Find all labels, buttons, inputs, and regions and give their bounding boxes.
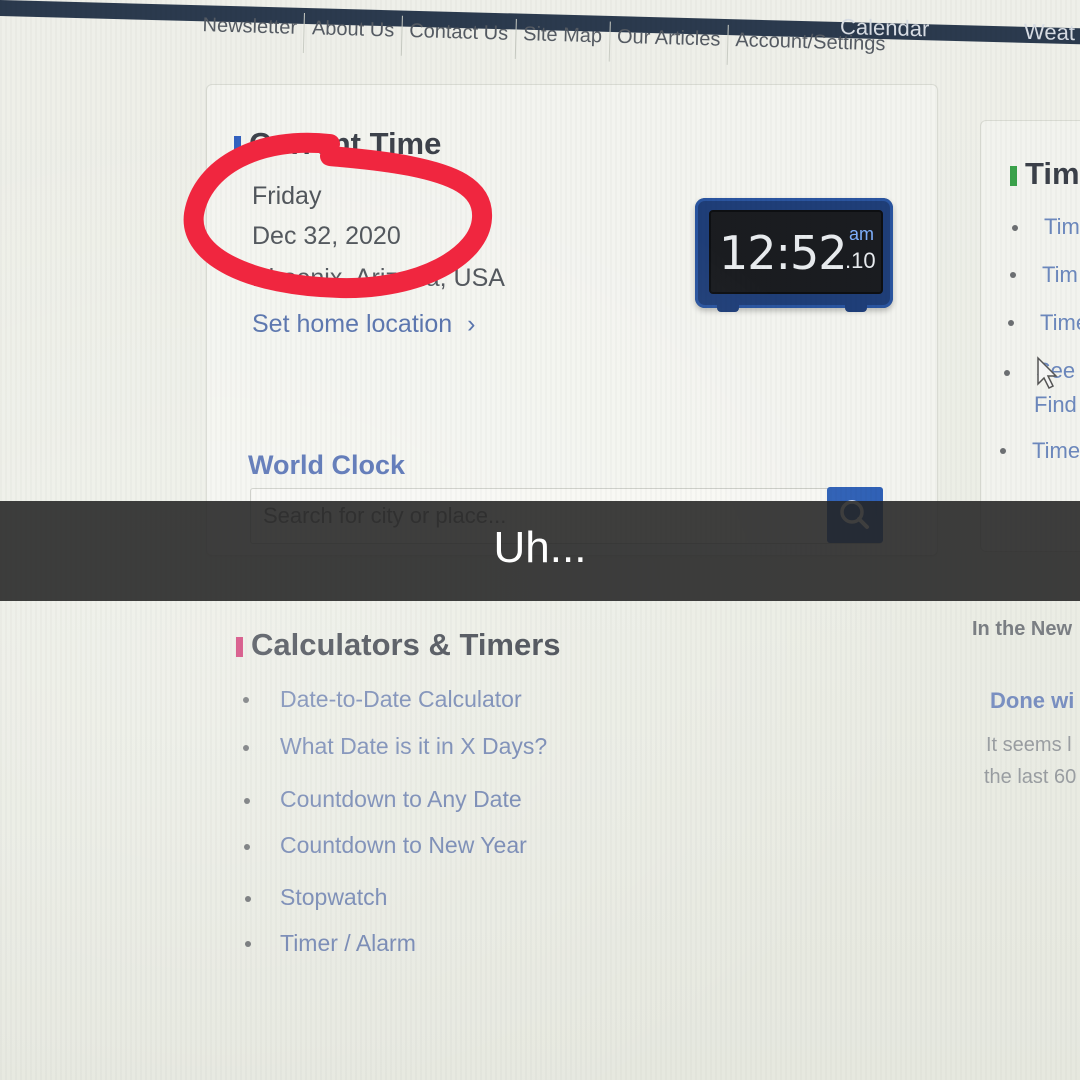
- section-marker-green: [1010, 165, 1017, 186]
- clock-foot-left: [717, 302, 739, 312]
- bullet: [244, 844, 250, 850]
- bullet: [1004, 370, 1010, 376]
- bullet: [243, 697, 249, 703]
- nav-newsletter[interactable]: Newsletter: [194, 10, 306, 54]
- bullet: [244, 798, 250, 804]
- calc-link-date-to-date[interactable]: Date-to-Date Calculator: [280, 686, 522, 713]
- calc-link-countdown-new-year[interactable]: Countdown to New Year: [280, 832, 527, 859]
- digital-clock: 12:52 am .10: [695, 198, 893, 312]
- calc-link-timer-alarm[interactable]: Timer / Alarm: [280, 930, 416, 957]
- right-link-4b[interactable]: Find: [1034, 392, 1077, 418]
- clock-seconds: .10: [845, 248, 876, 273]
- right-link-3[interactable]: Time: [1040, 310, 1080, 336]
- photographed-screen: Calendar Weat Newsletter About Us Contac…: [0, 0, 1080, 1080]
- calculators-heading: Calculators & Timers: [236, 627, 561, 663]
- world-clock-heading[interactable]: World Clock: [248, 450, 405, 481]
- bullet: [245, 941, 251, 947]
- calc-link-countdown-date[interactable]: Countdown to Any Date: [280, 786, 522, 813]
- right-card-heading: Tim: [1010, 156, 1080, 192]
- clock-ampm: am: [849, 224, 875, 244]
- news-heading: In the New: [972, 618, 1073, 640]
- right-card-title: Tim: [1025, 156, 1080, 191]
- nav-our-articles[interactable]: Our Articles: [609, 21, 729, 65]
- bullet: [1008, 320, 1014, 326]
- calc-link-x-days[interactable]: What Date is it in X Days?: [280, 733, 547, 760]
- news-item-text-2: the last 60: [984, 766, 1077, 788]
- news-item-title[interactable]: Done wi: [990, 688, 1074, 714]
- right-link-1[interactable]: Tim: [1044, 214, 1080, 240]
- right-link-5[interactable]: Time: [1032, 438, 1080, 464]
- calc-link-stopwatch[interactable]: Stopwatch: [280, 884, 387, 911]
- section-marker-pink: [236, 636, 243, 657]
- clock-time: 12:52: [719, 226, 848, 280]
- bullet: [1012, 225, 1018, 231]
- bullet: [1000, 448, 1006, 454]
- clock-foot-right: [845, 302, 867, 312]
- right-link-2[interactable]: Tim: [1042, 262, 1078, 288]
- nav-contact-us[interactable]: Contact Us: [401, 15, 517, 59]
- caption-text: Uh...: [493, 523, 587, 572]
- set-home-location-link[interactable]: Set home location ›: [252, 310, 475, 339]
- nav-site-map[interactable]: Site Map: [515, 18, 611, 62]
- bullet: [245, 896, 251, 902]
- clock-display: 12:52 am .10: [709, 210, 883, 294]
- caption-overlay: Uh...: [0, 501, 1080, 601]
- chevron-right-icon: ›: [467, 310, 476, 338]
- bullet: [1010, 272, 1016, 278]
- bullet: [243, 745, 249, 751]
- nav-account-settings[interactable]: Account/Settings: [728, 25, 893, 70]
- set-home-location-label: Set home location: [252, 310, 453, 338]
- red-circle-annotation: [183, 132, 492, 299]
- mouse-cursor-icon: [1037, 356, 1058, 390]
- news-item-text-1: It seems l: [986, 734, 1072, 756]
- calculators-title: Calculators & Timers: [251, 627, 561, 662]
- nav-about-us[interactable]: About Us: [304, 13, 403, 56]
